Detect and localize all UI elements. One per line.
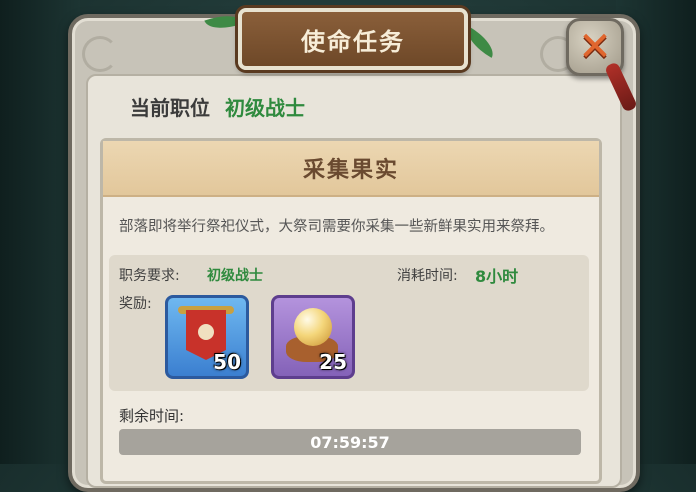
reward-slot-banner[interactable]: 50: [165, 295, 249, 379]
reward-count: 25: [319, 350, 347, 374]
dialog-title: 使命任务: [301, 27, 405, 56]
reward-label: 奖励:: [119, 296, 152, 312]
dialog-title-plaque: 使命任务: [238, 8, 468, 70]
task-name: 采集果实: [302, 158, 399, 183]
remaining-time-bar: 07:59:57: [119, 429, 581, 455]
reward-slot-pearl[interactable]: 25: [271, 295, 355, 379]
swirl-ornament: [82, 36, 118, 72]
time-cost-label: 消耗时间:: [397, 268, 458, 284]
task-description: 部落即将举行祭祀仪式，大祭司需要你采集一些新鲜果实用来祭拜。: [119, 219, 554, 235]
close-x-icon: ✕: [578, 24, 612, 70]
requirement-label: 职务要求:: [119, 268, 180, 284]
pearl-icon: [294, 308, 332, 346]
remaining-time-value: 07:59:57: [310, 432, 390, 452]
current-position-label: 当前职位: [130, 96, 210, 120]
requirement-value: 初级战士: [207, 268, 263, 284]
current-position-row: 当前职位 初级战士: [130, 92, 305, 121]
reward-count: 50: [213, 350, 241, 374]
current-position-value: 初级战士: [224, 96, 305, 120]
task-card: 采集果实 部落即将举行祭祀仪式，大祭司需要你采集一些新鲜果实用来祭拜。 职务要求…: [100, 138, 602, 484]
task-detail-panel: 职务要求: 初级战士 消耗时间: 8小时 奖励: 50 25: [109, 255, 589, 391]
remaining-time-label: 剩余时间:: [119, 407, 185, 425]
time-cost-value: 8小时: [475, 267, 519, 286]
task-header: 采集果实: [103, 141, 599, 197]
banner-emblem: [198, 324, 214, 340]
